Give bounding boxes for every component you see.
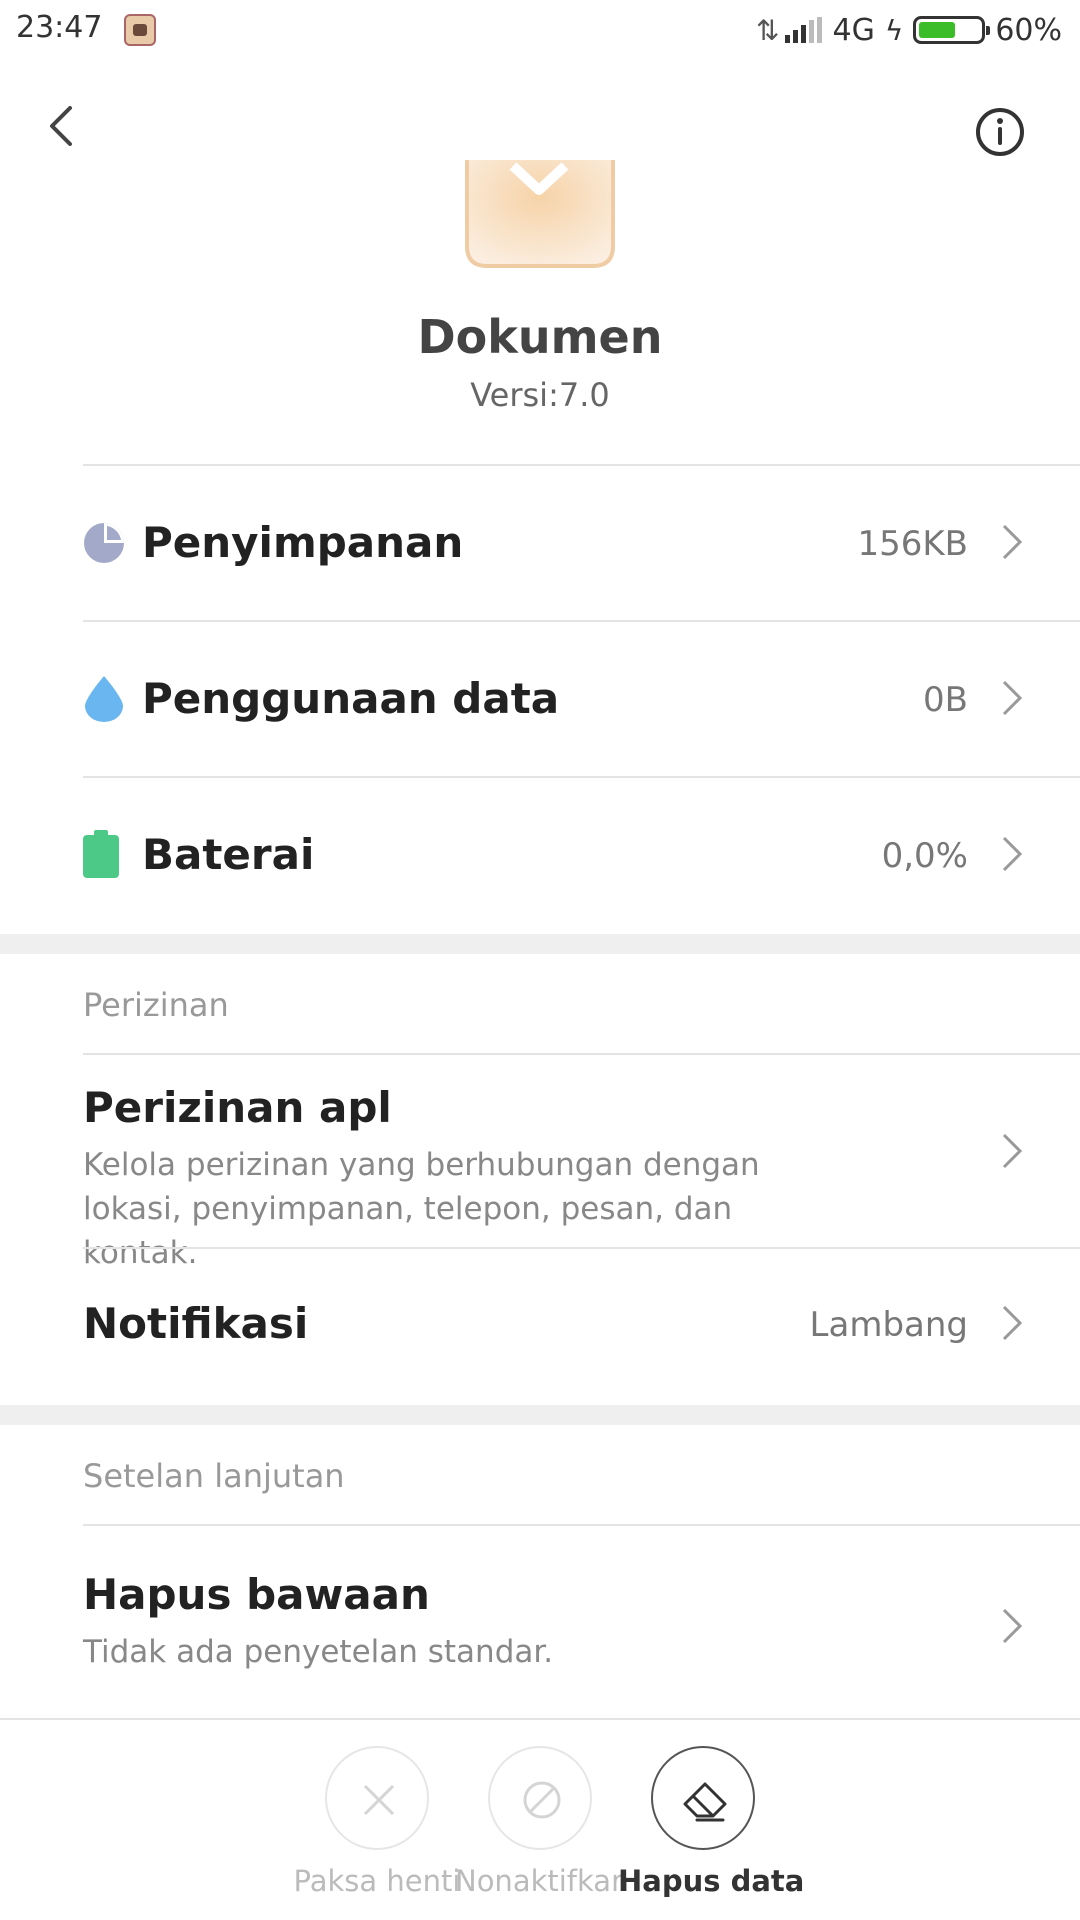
notifications-value: Lambang xyxy=(809,1305,968,1345)
action-bar: Paksa henti Nonaktifkan Hapus data xyxy=(0,1718,1080,1920)
back-arrow-icon xyxy=(50,106,72,146)
document-app-icon xyxy=(463,160,617,270)
chevron-right-icon xyxy=(1002,524,1023,560)
status-time: 23:47 xyxy=(16,10,103,45)
status-bar: 23:47 ⇅ 4G ϟ 60% xyxy=(0,0,1080,62)
storage-label: Penyimpanan xyxy=(142,518,464,567)
section-gap xyxy=(0,934,1080,954)
eraser-icon xyxy=(683,1782,727,1822)
status-indicators: ⇅ 4G ϟ 60% xyxy=(756,10,1062,50)
chevron-right-icon xyxy=(1002,680,1023,716)
clear-data-label: Hapus data xyxy=(618,1864,805,1898)
clear-data-button[interactable]: Hapus data xyxy=(618,1746,805,1898)
water-drop-icon xyxy=(85,676,123,722)
pie-chart-icon xyxy=(84,523,124,563)
data-usage-row[interactable]: Penggunaan data 0B xyxy=(0,622,1080,776)
chevron-right-icon xyxy=(1002,1608,1023,1644)
data-usage-label: Penggunaan data xyxy=(142,674,560,723)
permissions-section-title: Perizinan xyxy=(83,986,229,1024)
charging-icon: ϟ xyxy=(884,13,904,47)
force-stop-button[interactable]: Paksa henti xyxy=(292,1746,462,1898)
chevron-right-icon xyxy=(1002,1305,1023,1341)
advanced-section-title: Setelan lanjutan xyxy=(83,1457,345,1495)
info-button[interactable] xyxy=(974,106,1026,158)
data-usage-value: 0B xyxy=(923,680,968,720)
close-icon xyxy=(363,1784,395,1816)
clear-defaults-desc: Tidak ada penyetelan standar. xyxy=(83,1634,554,1670)
force-stop-label: Paksa henti xyxy=(293,1864,461,1898)
disable-label: Nonaktifkan xyxy=(455,1864,630,1898)
clear-defaults-title: Hapus bawaan xyxy=(83,1570,430,1619)
battery-icon xyxy=(913,16,991,44)
back-button[interactable] xyxy=(38,100,82,152)
battery-icon xyxy=(83,830,119,878)
storage-row[interactable]: Penyimpanan 156KB xyxy=(0,466,1080,620)
chevron-right-icon xyxy=(1002,1133,1023,1169)
app-permissions-title: Perizinan apl xyxy=(83,1083,392,1132)
notifications-row[interactable]: Notifikasi Lambang xyxy=(0,1249,1080,1403)
section-gap xyxy=(0,1405,1080,1425)
battery-value: 0,0% xyxy=(881,836,968,876)
battery-label: Baterai xyxy=(142,830,315,879)
app-version: Versi:7.0 xyxy=(470,376,610,414)
app-permissions-row[interactable]: Perizinan apl Kelola perizinan yang berh… xyxy=(0,1055,1080,1271)
signal-strength-icon xyxy=(785,17,823,43)
chevron-right-icon xyxy=(1002,836,1023,872)
storage-value: 156KB xyxy=(857,524,968,564)
battery-percent: 60% xyxy=(995,12,1062,48)
game-app-icon xyxy=(124,14,156,46)
disable-button[interactable]: Nonaktifkan xyxy=(455,1746,630,1898)
battery-row[interactable]: Baterai 0,0% xyxy=(0,778,1080,932)
app-name: Dokumen xyxy=(417,310,663,364)
clear-defaults-row[interactable]: Hapus bawaan Tidak ada penyetelan standa… xyxy=(0,1526,1080,1718)
notifications-title: Notifikasi xyxy=(83,1299,309,1348)
info-icon xyxy=(976,108,1024,156)
data-transfer-icon: ⇅ xyxy=(756,13,780,47)
disable-icon xyxy=(523,1781,561,1819)
network-type: 4G xyxy=(832,12,875,48)
